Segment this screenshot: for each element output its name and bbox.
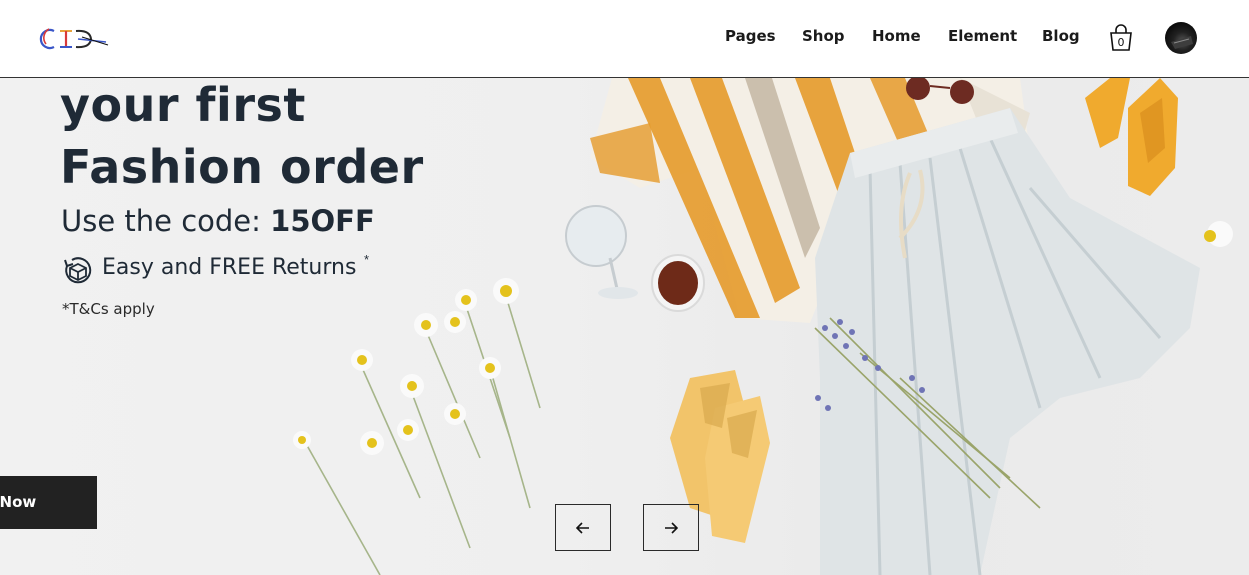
nav-pages[interactable]: Pages <box>725 27 776 45</box>
terms-note: *T&Cs apply <box>62 300 155 318</box>
returns-box-icon <box>64 257 92 284</box>
nav-blog[interactable]: Blog <box>1042 27 1080 45</box>
user-avatar[interactable] <box>1165 22 1197 54</box>
avatar-image <box>1171 36 1193 49</box>
returns-text: Easy and FREE Returns <box>102 255 357 280</box>
site-header: Pages Shop Home Element Blog 0 <box>0 0 1249 78</box>
slider-next-button[interactable] <box>643 504 699 551</box>
cart-count: 0 <box>1117 36 1125 49</box>
promo-code-prefix: Use the code: <box>61 204 271 238</box>
arrow-right-icon <box>665 522 678 534</box>
nav-element[interactable]: Element <box>948 27 1017 45</box>
nav-home[interactable]: Home <box>872 27 921 45</box>
cart-button[interactable]: 0 <box>1108 24 1134 52</box>
nav-shop[interactable]: Shop <box>802 27 845 45</box>
slider-prev-button[interactable] <box>555 504 611 551</box>
hero-banner: your first Fashion order Use the code: 1… <box>0 78 1249 575</box>
arrow-left-icon <box>576 522 589 534</box>
brand-logo[interactable] <box>38 24 110 54</box>
hero-headline-line2: Fashion order <box>60 140 424 194</box>
promo-code-text: Use the code: 15OFF <box>61 204 375 238</box>
shop-now-label: o Now <box>0 493 37 511</box>
shop-now-button[interactable]: o Now <box>0 476 97 529</box>
hero-headline-line1: your first <box>60 78 306 132</box>
promo-code-value: 15OFF <box>270 204 375 238</box>
returns-footnote-mark: * <box>364 252 370 267</box>
